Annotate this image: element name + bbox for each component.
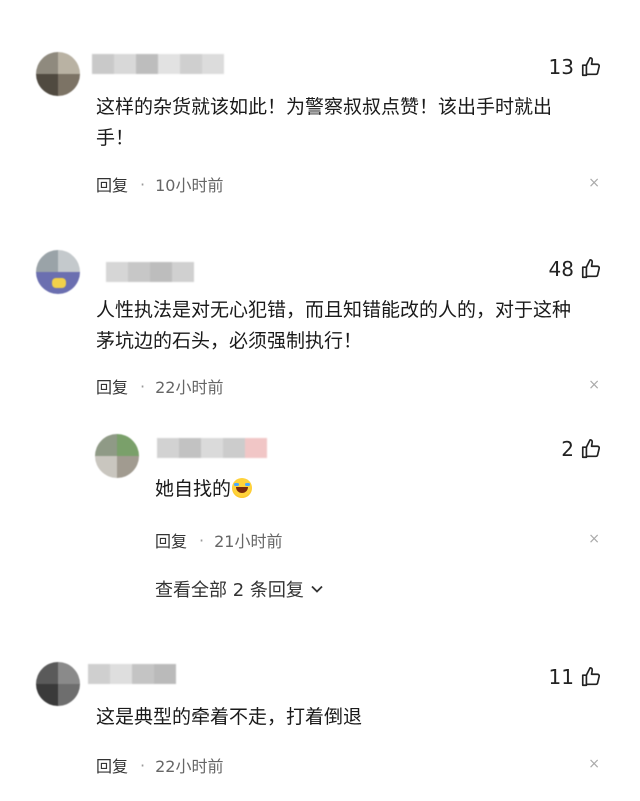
close-icon[interactable]: ×	[588, 175, 600, 191]
avatar[interactable]	[36, 52, 80, 96]
reply-text: 她自找的	[155, 474, 253, 505]
like-count: 13	[548, 55, 574, 79]
comment-text-line: 人性执法是对无心犯错，而且知错能改的人的，对于这种	[96, 299, 572, 321]
close-icon[interactable]: ×	[588, 377, 600, 393]
reply-button[interactable]: 回复	[96, 374, 128, 398]
reply-button[interactable]: 回复	[155, 528, 187, 552]
comment-text: 这是典型的牵着不走，打着倒退	[96, 702, 362, 733]
comment-text-line: 这是典型的牵着不走，打着倒退	[96, 706, 363, 728]
comment-text: 这样的杂货就该如此！为警察叔叔点赞！该出手时就出 手！	[96, 92, 552, 154]
like-control[interactable]: 2	[561, 437, 602, 461]
comment-meta: 回复 · 22小时前	[96, 374, 223, 398]
like-control[interactable]: 13	[549, 55, 602, 79]
avatar[interactable]	[95, 434, 139, 478]
reply-text-content: 她自找的	[155, 478, 232, 500]
view-all-replies-button[interactable]: 查看全部 2 条回复	[155, 576, 324, 602]
comment-text-line: 手！	[96, 127, 135, 149]
timestamp: 10小时前	[155, 176, 224, 195]
username-mosaic[interactable]	[106, 262, 194, 282]
close-icon[interactable]: ×	[588, 531, 600, 547]
separator-dot: ·	[140, 755, 146, 775]
like-count: 11	[548, 665, 574, 689]
separator-dot: ·	[140, 376, 146, 396]
timestamp: 22小时前	[155, 378, 224, 397]
close-icon[interactable]: ×	[588, 756, 600, 772]
avatar[interactable]	[36, 250, 80, 294]
username-mosaic[interactable]	[92, 54, 224, 74]
thumbs-up-icon[interactable]	[580, 56, 602, 78]
separator-dot: ·	[199, 530, 205, 550]
thumbs-up-icon[interactable]	[580, 438, 602, 460]
like-count: 48	[548, 257, 574, 281]
comment-text-line: 这样的杂货就该如此！为警察叔叔点赞！该出手时就出	[96, 96, 553, 118]
reply-button[interactable]: 回复	[96, 172, 128, 196]
like-count: 2	[561, 437, 574, 461]
chevron-down-icon	[311, 585, 323, 593]
comment-meta: 回复 · 10小时前	[96, 172, 223, 196]
view-all-label: 查看全部 2 条回复	[155, 580, 304, 601]
reply-button[interactable]: 回复	[96, 753, 128, 777]
comment-meta: 回复 · 22小时前	[96, 753, 223, 777]
reply-meta: 回复 · 21小时前	[155, 528, 282, 552]
username-mosaic[interactable]	[88, 664, 176, 684]
comment-text: 人性执法是对无心犯错，而且知错能改的人的，对于这种 茅坑边的石头，必须强制执行！	[96, 295, 571, 357]
username-mosaic[interactable]	[157, 438, 267, 458]
thumbs-up-icon[interactable]	[580, 258, 602, 280]
thumbs-up-icon[interactable]	[580, 666, 602, 688]
avatar[interactable]	[36, 662, 80, 706]
like-control[interactable]: 48	[549, 257, 602, 281]
laughing-crying-emoji-icon	[232, 478, 253, 498]
timestamp: 21小时前	[214, 532, 283, 551]
timestamp: 22小时前	[155, 757, 224, 776]
comment-text-line: 茅坑边的石头，必须强制执行！	[96, 330, 363, 352]
separator-dot: ·	[140, 174, 146, 194]
like-control[interactable]: 11	[549, 665, 602, 689]
